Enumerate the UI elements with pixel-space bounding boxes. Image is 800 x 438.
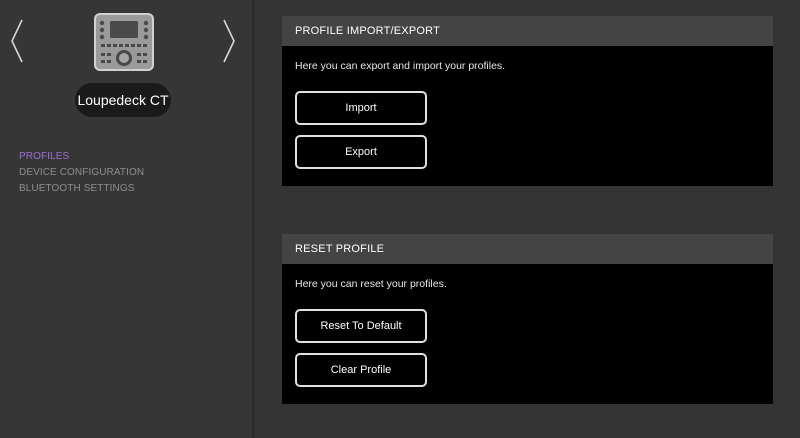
panel-title: PROFILE IMPORT/EXPORT: [282, 16, 773, 46]
panel-description: Here you can export and import your prof…: [295, 60, 506, 72]
sidebar-item-profiles[interactable]: PROFILES: [19, 149, 144, 165]
device-name-badge: Loupedeck CT: [75, 83, 171, 117]
sidebar-menu: PROFILES DEVICE CONFIGURATION BLUETOOTH …: [19, 149, 144, 197]
reset-profile-panel: RESET PROFILE Here you can reset your pr…: [282, 234, 773, 404]
sidebar-item-device-configuration[interactable]: DEVICE CONFIGURATION: [19, 165, 144, 181]
sidebar: Loupedeck CT PROFILES DEVICE CONFIGURATI…: [0, 0, 254, 438]
clear-profile-button[interactable]: Clear Profile: [295, 353, 427, 387]
loupedeck-device-icon: [94, 13, 154, 71]
export-button[interactable]: Export: [295, 135, 427, 169]
profile-import-export-panel: PROFILE IMPORT/EXPORT Here you can expor…: [282, 16, 773, 186]
reset-to-default-button[interactable]: Reset To Default: [295, 309, 427, 343]
panel-description: Here you can reset your profiles.: [295, 278, 447, 290]
panel-title: RESET PROFILE: [282, 234, 773, 264]
chevron-right-icon[interactable]: [222, 18, 236, 64]
import-button[interactable]: Import: [295, 91, 427, 125]
sidebar-item-bluetooth-settings[interactable]: BLUETOOTH SETTINGS: [19, 181, 144, 197]
chevron-left-icon[interactable]: [10, 18, 24, 64]
main-content: PROFILE IMPORT/EXPORT Here you can expor…: [256, 0, 800, 438]
